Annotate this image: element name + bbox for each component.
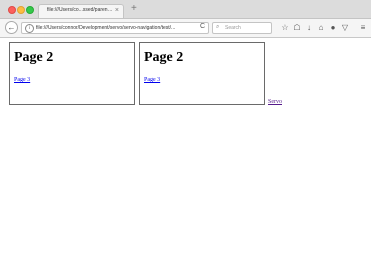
window-close-button[interactable] xyxy=(8,6,16,14)
shield-icon[interactable]: ▽ xyxy=(340,22,350,33)
iframe-2: Page 2 Page 3 xyxy=(139,42,265,105)
url-bar[interactable]: i file:///Users/connor/Development/servo… xyxy=(21,22,209,34)
info-icon[interactable]: i xyxy=(25,24,34,33)
frame-heading: Page 2 xyxy=(144,50,184,65)
iframe-1: Page 2 Page 3 xyxy=(9,42,135,105)
navigation-bar: ← i file:///Users/connor/Development/ser… xyxy=(0,19,371,38)
menu-icon[interactable]: ≡ xyxy=(358,22,368,33)
page-3-link[interactable]: Page 3 xyxy=(14,77,30,83)
search-input[interactable]: ⌕ Search xyxy=(212,22,272,34)
back-button[interactable]: ← xyxy=(5,21,18,34)
servo-link[interactable]: Servo xyxy=(268,99,282,105)
search-icon: ⌕ xyxy=(216,24,220,30)
browser-window: file:///Users/co...ssed/parent.html × + … xyxy=(0,0,371,277)
reload-button[interactable]: C xyxy=(200,23,205,30)
tab-strip: file:///Users/co...ssed/parent.html × + xyxy=(0,0,371,19)
tab-active[interactable]: file:///Users/co...ssed/parent.html × xyxy=(38,4,124,18)
tab-close-icon[interactable]: × xyxy=(115,6,119,16)
home-icon[interactable]: ⌂ xyxy=(316,22,326,33)
pocket-icon[interactable]: ● xyxy=(328,22,338,33)
window-maximize-button[interactable] xyxy=(26,6,34,14)
frame-heading: Page 2 xyxy=(14,50,54,65)
library-icon[interactable]: ☖ xyxy=(292,22,302,33)
search-placeholder: Search xyxy=(225,24,241,31)
page-content: Page 2 Page 3 Page 2 Page 3 Servo xyxy=(0,38,371,277)
tab-title: file:///Users/co...ssed/parent.html xyxy=(47,7,113,13)
star-icon[interactable]: ☆ xyxy=(280,22,290,33)
new-tab-button[interactable]: + xyxy=(131,3,137,15)
page-3-link[interactable]: Page 3 xyxy=(144,77,160,83)
url-text[interactable]: file:///Users/connor/Development/servo/s… xyxy=(36,25,196,31)
window-minimize-button[interactable] xyxy=(17,6,25,14)
download-icon[interactable]: ↓ xyxy=(304,22,314,33)
